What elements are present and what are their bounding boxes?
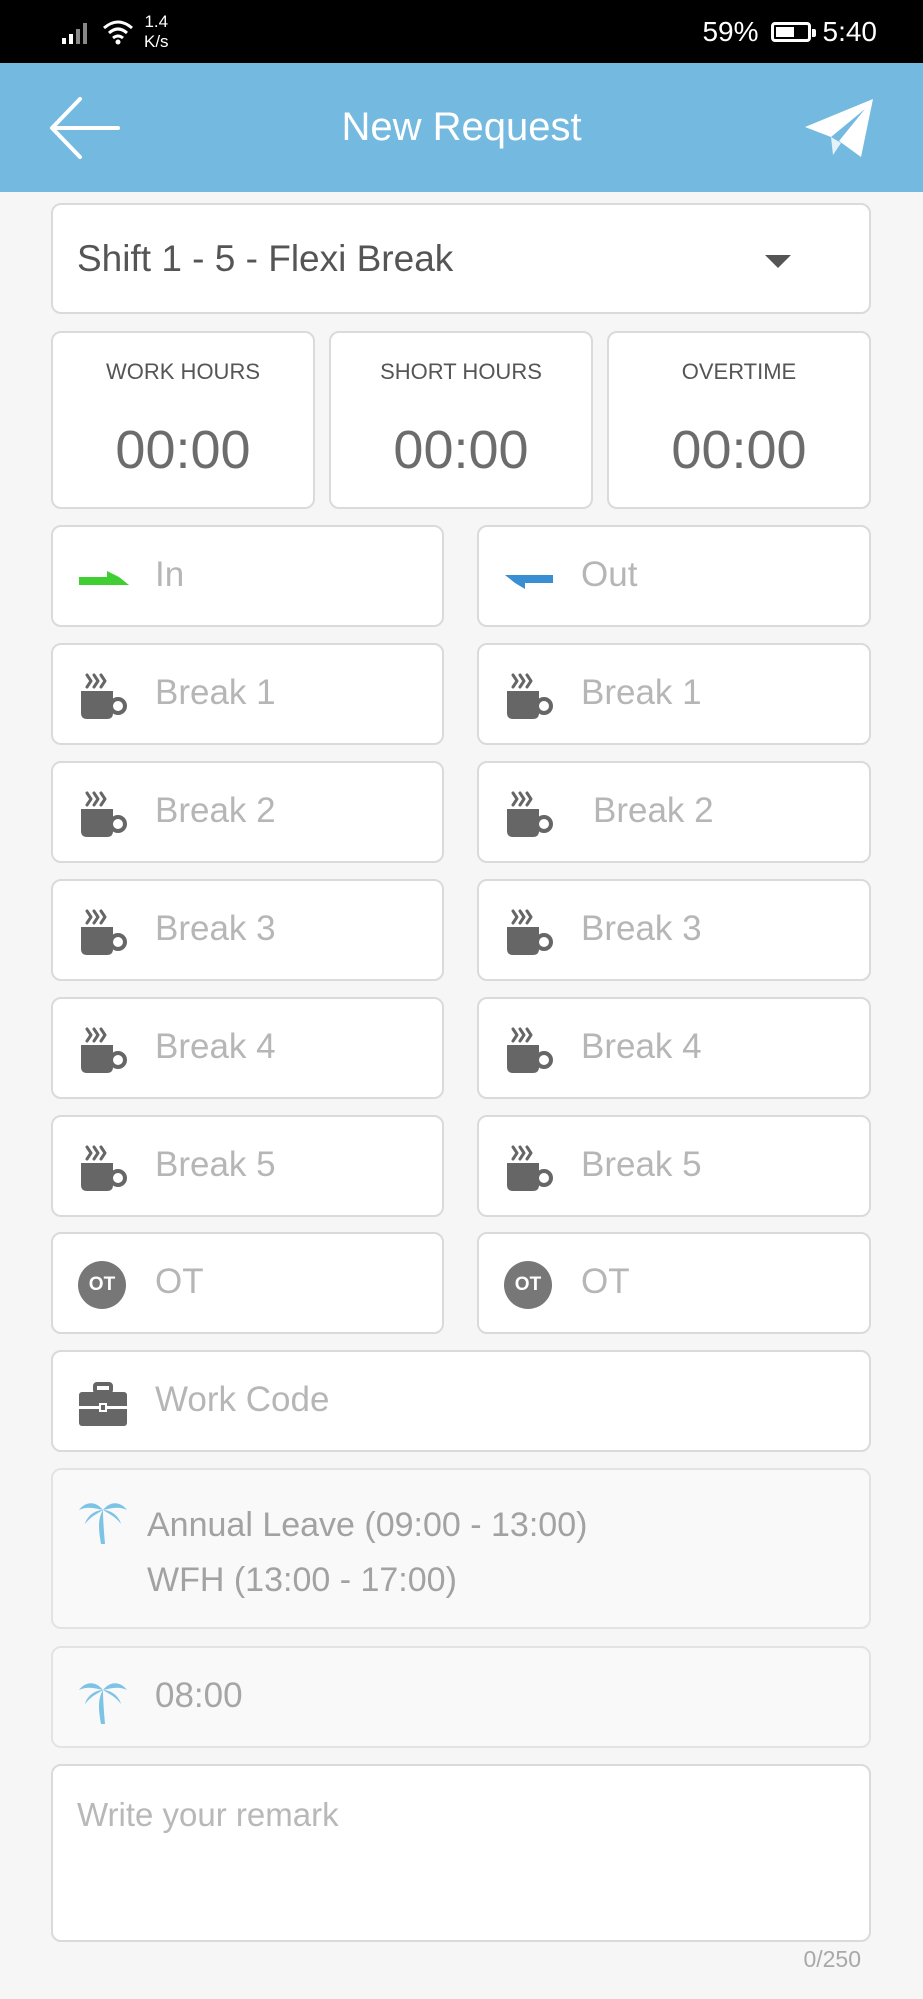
ot-left-field[interactable]: OT OT — [51, 1232, 444, 1334]
coffee-cup-icon — [81, 1145, 127, 1191]
battery-percent: 59% — [702, 15, 759, 47]
stat-short-hours: SHORT HOURS 00:00 — [329, 331, 593, 509]
leave-hours-value: 08:00 — [155, 1676, 243, 1715]
leave-info-text: Annual Leave (09:00 - 13:00) WFH (13:00 … — [147, 1498, 587, 1608]
palm-tree-icon — [79, 1683, 127, 1724]
network-speed: 1.4 K/s — [144, 12, 169, 51]
break-5-end-placeholder: Break 5 — [581, 1145, 702, 1184]
break-4-start-placeholder: Break 4 — [155, 1027, 276, 1066]
coffee-cup-icon — [507, 909, 553, 955]
ot-left-placeholder: OT — [155, 1262, 204, 1301]
break-4-start-field[interactable]: Break 4 — [51, 997, 444, 1099]
time-in-field[interactable]: In — [51, 525, 444, 627]
break-2-start-field[interactable]: Break 2 — [51, 761, 444, 863]
break-1-end-field[interactable]: Break 1 — [477, 643, 871, 745]
break-2-end-placeholder: Break 2 — [593, 791, 714, 830]
coffee-cup-icon — [507, 1145, 553, 1191]
ot-badge-icon: OT — [78, 1261, 126, 1309]
briefcase-icon — [79, 1382, 127, 1426]
clock-time: 5:40 — [822, 15, 878, 47]
break-1-start-field[interactable]: Break 1 — [51, 643, 444, 745]
stat-value: 00:00 — [671, 420, 807, 480]
time-in-placeholder: In — [155, 555, 185, 594]
status-bar: 1.4 K/s 59% 5:40 — [0, 0, 923, 63]
leave-hours-box: 08:00 — [51, 1646, 871, 1748]
break-4-end-placeholder: Break 4 — [581, 1027, 702, 1066]
ot-badge-icon: OT — [504, 1261, 552, 1309]
break-2-start-placeholder: Break 2 — [155, 791, 276, 830]
break-4-end-field[interactable]: Break 4 — [477, 997, 871, 1099]
break-5-start-placeholder: Break 5 — [155, 1145, 276, 1184]
leave-info-line1: Annual Leave (09:00 - 13:00) — [147, 1506, 588, 1544]
time-out-field[interactable]: Out — [477, 525, 871, 627]
stat-work-hours: WORK HOURS 00:00 — [51, 331, 315, 509]
remark-placeholder: Write your remark — [77, 1796, 339, 1833]
coffee-cup-icon — [81, 791, 127, 837]
break-5-end-field[interactable]: Break 5 — [477, 1115, 871, 1217]
remark-char-counter: 0/250 — [803, 1946, 861, 1972]
stat-label: WORK HOURS — [106, 359, 260, 384]
clock-in-arrow-icon — [79, 571, 129, 585]
send-icon[interactable] — [803, 97, 875, 159]
clock-out-arrow-icon — [505, 575, 553, 589]
break-5-start-field[interactable]: Break 5 — [51, 1115, 444, 1217]
app-bar: New Request — [0, 63, 923, 192]
coffee-cup-icon — [507, 673, 553, 719]
break-1-end-placeholder: Break 1 — [581, 673, 702, 712]
palm-tree-icon — [79, 1503, 127, 1544]
break-3-start-placeholder: Break 3 — [155, 909, 276, 948]
time-out-placeholder: Out — [581, 555, 638, 594]
coffee-cup-icon — [81, 673, 127, 719]
battery-icon — [770, 21, 816, 42]
stat-value: 00:00 — [393, 420, 529, 480]
break-3-start-field[interactable]: Break 3 — [51, 879, 444, 981]
leave-info-box: Annual Leave (09:00 - 13:00) WFH (13:00 … — [51, 1468, 871, 1629]
page-title: New Request — [341, 105, 582, 149]
work-code-field[interactable]: Work Code — [51, 1350, 871, 1452]
stat-overtime: OVERTIME 00:00 — [607, 331, 871, 509]
ot-right-field[interactable]: OT OT — [477, 1232, 871, 1334]
coffee-cup-icon — [507, 791, 553, 837]
stat-label: SHORT HOURS — [380, 359, 542, 384]
work-code-placeholder: Work Code — [155, 1380, 330, 1419]
break-3-end-placeholder: Break 3 — [581, 909, 702, 948]
break-1-start-placeholder: Break 1 — [155, 673, 276, 712]
break-3-end-field[interactable]: Break 3 — [477, 879, 871, 981]
coffee-cup-icon — [81, 909, 127, 955]
signal-icon — [62, 23, 87, 44]
stat-label: OVERTIME — [681, 359, 797, 384]
coffee-cup-icon — [507, 1027, 553, 1073]
dropdown-caret-icon — [765, 255, 791, 268]
break-2-end-field[interactable]: Break 2 — [477, 761, 871, 863]
shift-select[interactable]: Shift 1 - 5 - Flexi Break — [51, 203, 871, 314]
leave-info-line2: WFH (13:00 - 17:00) — [147, 1561, 457, 1599]
coffee-cup-icon — [81, 1027, 127, 1073]
ot-right-placeholder: OT — [581, 1262, 630, 1301]
stat-value: 00:00 — [115, 420, 251, 480]
wifi-icon — [103, 20, 133, 45]
remark-textarea[interactable]: Write your remark — [51, 1764, 871, 1942]
shift-select-value: Shift 1 - 5 - Flexi Break — [77, 238, 454, 279]
